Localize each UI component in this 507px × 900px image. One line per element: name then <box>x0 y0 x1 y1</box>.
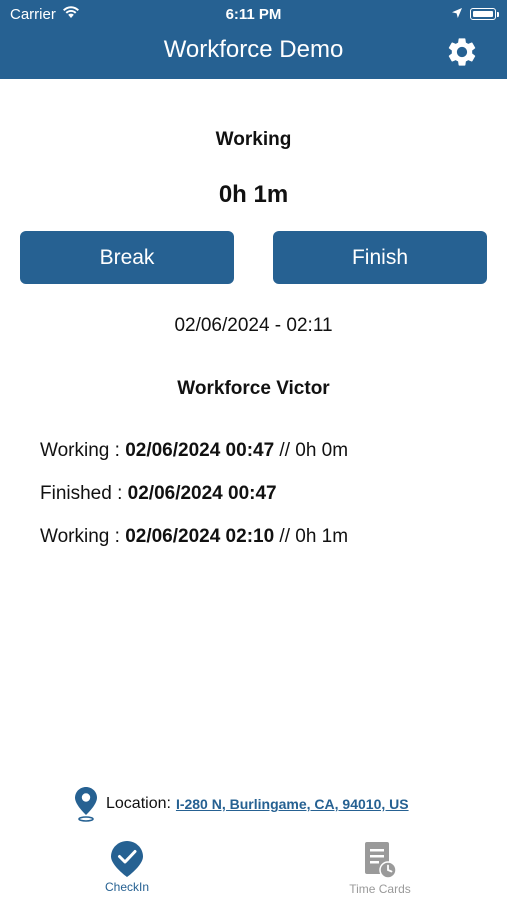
work-duration: 0h 1m <box>218 181 289 208</box>
navigation-bar: Carrier 6:11 PM Workforce Demo <box>0 0 507 79</box>
work-status-label: Working <box>215 129 292 150</box>
break-button[interactable]: Break <box>20 231 234 284</box>
log-entry-duration: // 0h 0m <box>274 440 349 461</box>
location-row: Location: I-280 N, Burlingame, CA, 94010… <box>74 784 409 824</box>
battery-tip <box>497 12 499 17</box>
location-address-link[interactable]: I-280 N, Burlingame, CA, 94010, US <box>176 796 409 812</box>
log-entry-label: Working : <box>40 440 126 461</box>
log-entry-label: Finished : <box>40 483 128 504</box>
time-cards-icon <box>365 842 397 879</box>
tab-checkin[interactable]: CheckIn <box>77 840 177 894</box>
status-bar: Carrier 6:11 PM <box>0 0 507 30</box>
location-services-icon <box>452 8 462 18</box>
location-label: Location: <box>106 795 171 812</box>
activity-log: Working : 02/06/2024 00:47 // 0h 0m Fini… <box>40 440 480 569</box>
log-entry-duration: // 0h 1m <box>274 526 349 547</box>
log-entry-timestamp: 02/06/2024 02:10 <box>125 526 275 547</box>
battery-icon <box>470 8 496 20</box>
log-entry: Working : 02/06/2024 00:47 // 0h 0m <box>40 440 480 483</box>
checkin-icon <box>111 841 143 877</box>
status-time: 6:11 PM <box>225 6 282 23</box>
map-pin-icon <box>75 787 97 822</box>
log-entry-label: Working : <box>40 526 126 547</box>
tab-checkin-label: CheckIn <box>104 880 150 894</box>
tab-time-cards-label: Time Cards <box>349 882 411 896</box>
user-name: Workforce Victor <box>177 378 330 399</box>
log-entry: Finished : 02/06/2024 00:47 <box>40 483 480 526</box>
page-title: Workforce Demo <box>163 36 344 63</box>
finish-button[interactable]: Finish <box>273 231 487 284</box>
log-entry-timestamp: 02/06/2024 00:47 <box>125 440 275 461</box>
log-entry: Working : 02/06/2024 02:10 // 0h 1m <box>40 526 480 569</box>
settings-gear-icon[interactable] <box>445 35 479 69</box>
tab-time-cards[interactable]: Time Cards <box>330 840 430 896</box>
current-datetime: 02/06/2024 - 02:11 <box>174 315 333 336</box>
log-entry-timestamp: 02/06/2024 00:47 <box>127 483 277 504</box>
